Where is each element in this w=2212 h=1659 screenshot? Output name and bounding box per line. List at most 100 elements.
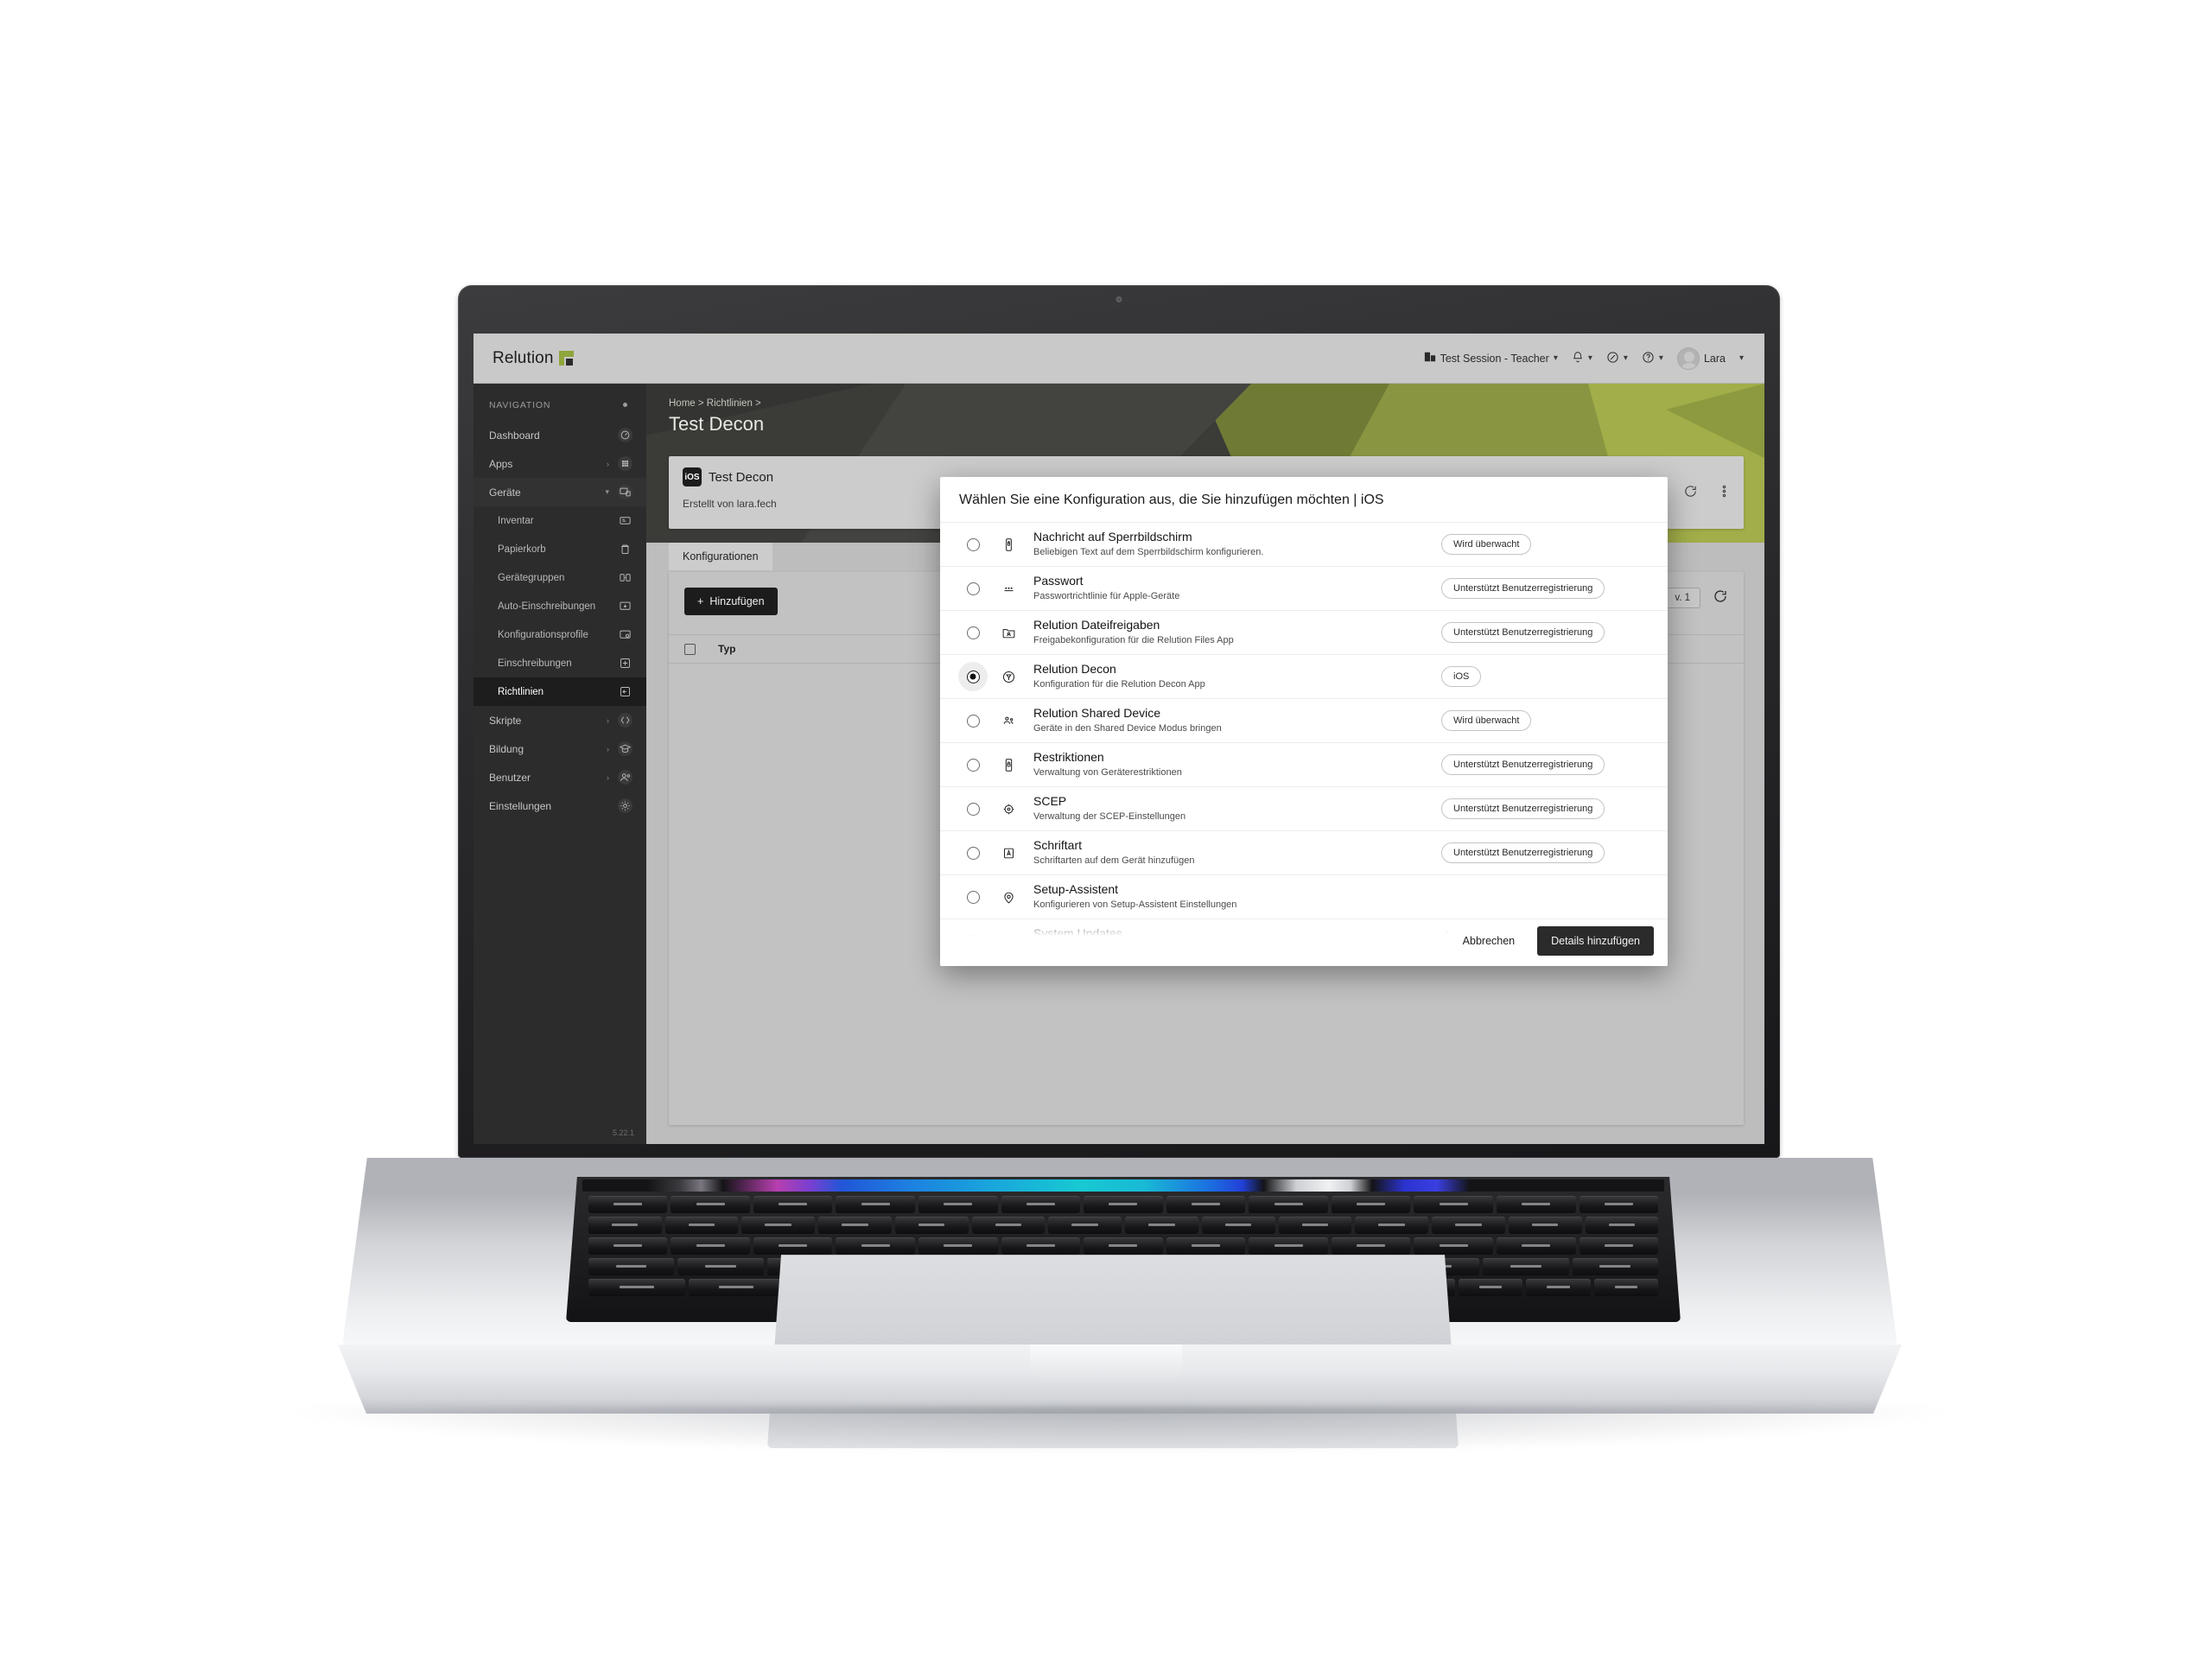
configuration-radio[interactable] bbox=[956, 626, 990, 639]
configuration-name: Relution Dateifreigaben bbox=[1033, 617, 1160, 632]
chevron-right-icon[interactable]: › bbox=[607, 716, 609, 725]
chevron-right-icon[interactable]: › bbox=[607, 745, 609, 753]
configuration-row[interactable]: Passwort Passwortrichtlinie für Apple-Ger… bbox=[940, 566, 1668, 610]
configuration-name: Relution Decon bbox=[1033, 661, 1116, 676]
status-button[interactable]: ▾ bbox=[1606, 351, 1628, 366]
keyboard-key bbox=[1201, 1217, 1275, 1234]
sidebar-item-einschreibungen[interactable]: Einschreibungen bbox=[474, 649, 646, 677]
devices-icon bbox=[618, 485, 632, 499]
configuration-text: Nachricht auf Sperrbildschirm Beliebigen … bbox=[1027, 530, 1441, 559]
sidebar-item-auto-einschreibungen[interactable]: Auto-Einschreibungen bbox=[474, 592, 646, 620]
bell-icon bbox=[1572, 351, 1584, 365]
sidebar-item-einstellungen[interactable]: Einstellungen bbox=[474, 791, 646, 820]
cancel-button[interactable]: Abbrechen bbox=[1448, 926, 1529, 956]
sidebar-item-inventar[interactable]: Inventar bbox=[474, 506, 646, 535]
configuration-row[interactable]: Restriktionen Verwaltung von Geräterestri… bbox=[940, 742, 1668, 786]
configuration-row[interactable]: Setup-Assistent Konfigurieren von Setup-A… bbox=[940, 874, 1668, 918]
configuration-row[interactable]: Relution Shared Device Geräte in den Shar… bbox=[940, 698, 1668, 742]
pin-icon[interactable] bbox=[618, 397, 632, 412]
user-menu[interactable]: Lara bbox=[1676, 346, 1726, 370]
configuration-radio[interactable] bbox=[956, 714, 990, 728]
keyboard-key bbox=[588, 1279, 685, 1296]
sidebar-item-label: Apps bbox=[489, 457, 513, 470]
keyboard-key bbox=[1526, 1279, 1591, 1296]
sidebar-item-ger-te[interactable]: Geräte ▾ bbox=[474, 478, 646, 506]
configuration-row[interactable]: Schriftart Schriftarten auf dem Gerät hin… bbox=[940, 830, 1668, 874]
configuration-row[interactable]: Relution Dateifreigaben Freigabekonfigura… bbox=[940, 610, 1668, 654]
keyboard-key bbox=[1084, 1196, 1163, 1213]
status-badge: Unterstützt Benutzerregistrierung bbox=[1441, 578, 1605, 599]
system-update-icon bbox=[990, 934, 1027, 949]
configuration-row[interactable]: Verwaltete MedienUnterstützt Benutzerreg… bbox=[940, 963, 1668, 966]
chevron-down-icon[interactable]: ▾ bbox=[1739, 353, 1744, 363]
configuration-row[interactable]: Relution Decon Konfiguration für die Relu… bbox=[940, 654, 1668, 698]
session-selector[interactable]: Test Session - Teacher ▾ bbox=[1424, 351, 1558, 365]
configuration-radio[interactable] bbox=[956, 890, 990, 904]
inventory-icon bbox=[618, 513, 632, 528]
sidebar-item-bildung[interactable]: Bildung › bbox=[474, 734, 646, 763]
sidebar-item-skripte[interactable]: Skripte › bbox=[474, 706, 646, 734]
configuration-name: SCEP bbox=[1033, 793, 1067, 808]
configuration-radio[interactable] bbox=[956, 934, 990, 948]
sidebar-item-konfigurationsprofile[interactable]: Konfigurationsprofile bbox=[474, 620, 646, 649]
configuration-list[interactable]: Nachricht auf Sperrbildschirm Beliebigen … bbox=[940, 522, 1668, 966]
configuration-text: Relution Shared Device Geräte in den Shar… bbox=[1027, 706, 1441, 735]
configuration-text: System Updates Aktualisierungen von Apple… bbox=[1027, 926, 1441, 956]
main-content: Home > Richtlinien > Test Decon iOS Test… bbox=[646, 384, 1764, 1144]
sidebar-item-label: Geräte bbox=[489, 486, 521, 499]
sidebar-item-benutzer[interactable]: Benutzer › bbox=[474, 763, 646, 791]
configuration-description: Aktualisierungen von Apple-Geräten verwa… bbox=[1033, 944, 1278, 955]
sidebar-item-label: Bildung bbox=[489, 742, 524, 755]
configuration-badge-slot: Unterstützt Benutzerregistrierung bbox=[1441, 842, 1649, 863]
configuration-radio[interactable] bbox=[956, 846, 990, 860]
configuration-radio[interactable] bbox=[956, 662, 990, 691]
brand-logo[interactable]: Relution bbox=[493, 349, 574, 368]
sidebar-item-papierkorb[interactable]: Papierkorb bbox=[474, 535, 646, 563]
configuration-row[interactable]: Nachricht auf Sperrbildschirm Beliebigen … bbox=[940, 522, 1668, 566]
keyboard-key bbox=[1249, 1237, 1328, 1255]
sidebar-item-richtlinien[interactable]: Richtlinien bbox=[474, 677, 646, 706]
configuration-radio[interactable] bbox=[956, 802, 990, 816]
chevron-down-icon: ▾ bbox=[1658, 353, 1663, 363]
status-badge: Unterstützt Benutzerregistrierung bbox=[1441, 842, 1605, 863]
chevron-down-icon[interactable]: ▾ bbox=[605, 487, 609, 497]
status-badge: Wird überwacht bbox=[1441, 534, 1532, 555]
keyboard-key bbox=[588, 1217, 662, 1234]
configuration-badge-slot: Wird überwacht bbox=[1441, 534, 1649, 555]
folder-share-icon bbox=[990, 626, 1027, 640]
sidebar-item-label: Einstellungen bbox=[489, 799, 552, 812]
help-icon bbox=[1642, 351, 1655, 366]
configuration-text: Schriftart Schriftarten auf dem Gerät hin… bbox=[1027, 838, 1441, 868]
users-icon bbox=[618, 770, 632, 785]
device-groups-icon bbox=[618, 570, 632, 585]
configuration-text: Relution Decon Konfiguration für die Relu… bbox=[1027, 662, 1441, 691]
sidebar-item-apps[interactable]: Apps › bbox=[474, 449, 646, 478]
configuration-text: SCEP Verwaltung der SCEP-Einstellungen bbox=[1027, 794, 1441, 823]
configuration-radio[interactable] bbox=[956, 537, 990, 551]
radio-unselected-icon bbox=[966, 626, 980, 639]
configuration-text: Relution Dateifreigaben Freigabekonfigura… bbox=[1027, 618, 1441, 647]
chevron-right-icon[interactable]: › bbox=[607, 773, 609, 782]
keyboard-key bbox=[894, 1217, 969, 1234]
sidebar-item-ger-tegruppen[interactable]: Gerätegruppen bbox=[474, 563, 646, 592]
configuration-radio[interactable] bbox=[956, 582, 990, 595]
sidebar-item-dashboard[interactable]: Dashboard bbox=[474, 421, 646, 449]
sidebar: NAVIGATION Dashboard Apps › Geräte ▾ Inventar… bbox=[474, 384, 646, 1144]
user-name: Lara bbox=[1703, 352, 1726, 365]
configuration-radio[interactable] bbox=[956, 758, 990, 772]
keyboard-key bbox=[588, 1196, 668, 1213]
chevron-right-icon[interactable]: › bbox=[607, 460, 609, 468]
help-button[interactable]: ▾ bbox=[1642, 351, 1663, 366]
add-details-button[interactable]: Details hinzufügen bbox=[1537, 926, 1654, 956]
touch-bar bbox=[582, 1179, 1664, 1192]
keyboard-key bbox=[1414, 1196, 1493, 1213]
add-configuration-dialog: Wählen Sie eine Konfiguration aus, die S… bbox=[940, 477, 1668, 966]
compass-icon bbox=[1606, 351, 1619, 366]
status-badge: Unterstützt Benutzerregistrierung bbox=[1441, 754, 1605, 775]
sidebar-item-label: Auto-Einschreibungen bbox=[498, 601, 596, 612]
keyboard-key bbox=[918, 1196, 998, 1213]
configuration-row[interactable]: SCEP Verwaltung der SCEP-Einstellungen Unt… bbox=[940, 786, 1668, 830]
status-badge: Wird überwacht bbox=[1441, 710, 1532, 731]
notifications-button[interactable]: ▾ bbox=[1572, 351, 1592, 365]
policies-icon bbox=[618, 684, 632, 699]
